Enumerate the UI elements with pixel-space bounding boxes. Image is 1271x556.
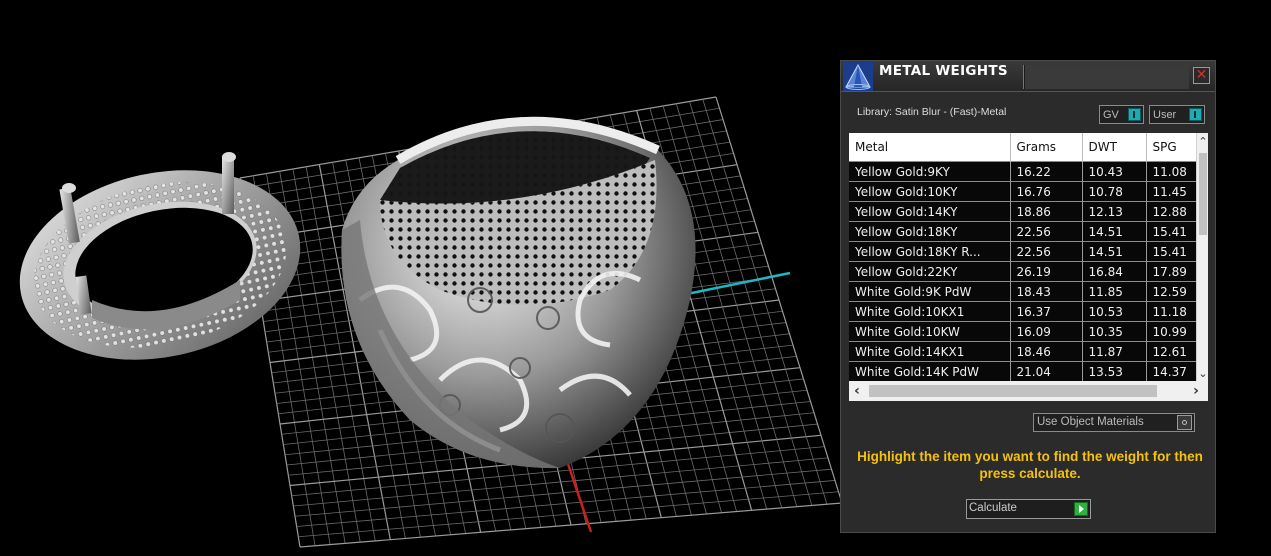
table-cell-grams[interactable]: 16.22 (1010, 161, 1083, 182)
chevron-down-icon[interactable]: ⌄ (1197, 367, 1208, 381)
calculate-button[interactable]: Calculate (966, 499, 1091, 519)
table-row[interactable]: White Gold:9K PdW 18.43 11.85 12.59 (849, 281, 1208, 302)
metal-table-container: Metal Grams DWT SPG Yellow Gold:9KY 16.22… (849, 133, 1208, 401)
table-cell-dwt[interactable]: 14.51 (1082, 221, 1147, 242)
table-cell-dwt[interactable]: 16.84 (1082, 261, 1147, 282)
grid-line (296, 480, 836, 527)
table-cell-grams[interactable]: 22.56 (1010, 241, 1083, 262)
grid-line (299, 502, 843, 548)
chevron-right-icon[interactable]: › (1188, 383, 1204, 399)
chevron-up-icon[interactable]: ⌃ (1197, 135, 1208, 149)
table-cell-metal[interactable]: Yellow Gold:9KY (849, 161, 1011, 182)
table-cell-grams[interactable]: 16.76 (1010, 181, 1083, 202)
table-row[interactable]: Yellow Gold:10KY 16.76 10.78 11.45 (849, 181, 1208, 202)
radio-icon[interactable] (1177, 415, 1192, 430)
table-cell-dwt[interactable]: 10.35 (1082, 321, 1147, 342)
vertical-scrollbar[interactable]: ⌃ ⌄ (1196, 133, 1208, 381)
table-cell-grams[interactable]: 18.43 (1010, 281, 1083, 302)
ring-model[interactable] (341, 116, 696, 469)
table-row[interactable]: Yellow Gold:14KY 18.86 12.13 12.88 (849, 201, 1208, 222)
table-cell-metal[interactable]: Yellow Gold:14KY (849, 201, 1011, 222)
table-body: Yellow Gold:9KY 16.22 10.43 11.08 Yellow Gol… (849, 161, 1208, 381)
table-cell-metal[interactable]: Yellow Gold:18KY R... (849, 241, 1011, 262)
pyramid-logo-icon (843, 62, 873, 91)
chevron-left-icon[interactable]: ‹ (849, 383, 865, 399)
table-cell-dwt[interactable]: 11.87 (1082, 341, 1147, 362)
title-drag-area[interactable] (1025, 65, 1189, 89)
metal-weights-panel: METAL WEIGHTS ✕ Library: Satin Blur - (F… (840, 60, 1216, 533)
library-label: Library: Satin Blur - (Fast)-Metal (857, 106, 1007, 118)
table-row[interactable]: White Gold:10KW 16.09 10.35 10.99 (849, 321, 1208, 342)
table-row[interactable]: White Gold:14K PdW 21.04 13.53 14.37 (849, 361, 1208, 381)
table-cell-metal[interactable]: Yellow Gold:18KY (849, 221, 1011, 242)
close-button[interactable]: ✕ (1193, 67, 1210, 84)
gv-toggle-label: GV (1103, 109, 1119, 121)
table-cell-metal[interactable]: White Gold:9K PdW (849, 281, 1011, 302)
table-cell-dwt[interactable]: 14.51 (1082, 241, 1147, 262)
table-cell-grams[interactable]: 18.86 (1010, 201, 1083, 222)
metal-weights-table: Metal Grams DWT SPG Yellow Gold:9KY 16.22… (849, 133, 1208, 381)
calculate-label: Calculate (969, 502, 1017, 514)
grid-line (702, 99, 828, 505)
panel-titlebar[interactable]: METAL WEIGHTS ✕ (841, 61, 1215, 92)
table-cell-dwt[interactable]: 12.13 (1082, 201, 1147, 222)
column-header-dwt[interactable]: DWT (1082, 133, 1147, 162)
gv-toggle[interactable]: GV (1099, 105, 1144, 124)
table-cell-metal[interactable]: White Gold:14K PdW (849, 361, 1011, 381)
table-row[interactable]: Yellow Gold:18KY R... 22.56 14.51 15.41 (849, 241, 1208, 262)
table-cell-dwt[interactable]: 10.78 (1082, 181, 1147, 202)
use-object-materials-label: Use Object Materials (1037, 416, 1144, 428)
table-row[interactable]: Yellow Gold:22KY 26.19 16.84 17.89 (849, 261, 1208, 282)
column-header-metal[interactable]: Metal (849, 133, 1011, 162)
table-row[interactable]: White Gold:14KX1 18.46 11.87 12.61 (849, 341, 1208, 362)
table-cell-metal[interactable]: White Gold:14KX1 (849, 341, 1011, 362)
panel-title: METAL WEIGHTS (879, 63, 1008, 79)
table-cell-dwt[interactable]: 10.53 (1082, 301, 1147, 322)
table-cell-grams[interactable]: 26.19 (1010, 261, 1083, 282)
table-cell-metal[interactable]: Yellow Gold:22KY (849, 261, 1011, 282)
close-icon: ✕ (1195, 67, 1208, 83)
table-cell-grams[interactable]: 22.56 (1010, 221, 1083, 242)
horizontal-scroll-thumb[interactable] (869, 385, 1157, 397)
user-toggle[interactable]: User (1149, 105, 1205, 124)
table-header-row: Metal Grams DWT SPG (849, 133, 1208, 162)
table-cell-grams[interactable]: 18.46 (1010, 341, 1083, 362)
table-cell-dwt[interactable]: 11.85 (1082, 281, 1147, 302)
table-cell-dwt[interactable]: 13.53 (1082, 361, 1147, 381)
title-separator (1023, 65, 1024, 89)
play-icon (1074, 502, 1088, 516)
instruction-text: Highlight the item you want to find the … (857, 449, 1203, 481)
table-cell-dwt[interactable]: 10.43 (1082, 161, 1147, 182)
table-cell-grams[interactable]: 16.09 (1010, 321, 1083, 342)
user-toggle-label: User (1153, 109, 1177, 121)
table-cell-metal[interactable]: White Gold:10KW (849, 321, 1011, 342)
bezel-model[interactable] (2, 145, 318, 384)
grid-line (689, 101, 813, 506)
vertical-scroll-thumb[interactable] (1199, 153, 1207, 235)
table-cell-grams[interactable]: 21.04 (1010, 361, 1083, 381)
table-cell-metal[interactable]: White Gold:10KX1 (849, 301, 1011, 322)
column-header-grams[interactable]: Grams (1010, 133, 1083, 162)
table-row[interactable]: Yellow Gold:9KY 16.22 10.43 11.08 (849, 161, 1208, 182)
table-row[interactable]: Yellow Gold:18KY 22.56 14.51 15.41 (849, 221, 1208, 242)
table-row[interactable]: White Gold:10KX1 16.37 10.53 11.18 (849, 301, 1208, 322)
use-object-materials-option[interactable]: Use Object Materials (1033, 413, 1195, 432)
table-cell-grams[interactable]: 16.37 (1010, 301, 1083, 322)
toggle-switch-icon (1128, 108, 1141, 121)
horizontal-scrollbar[interactable]: ‹ › (849, 381, 1208, 401)
toggle-switch-icon (1189, 108, 1202, 121)
table-cell-metal[interactable]: Yellow Gold:10KY (849, 181, 1011, 202)
